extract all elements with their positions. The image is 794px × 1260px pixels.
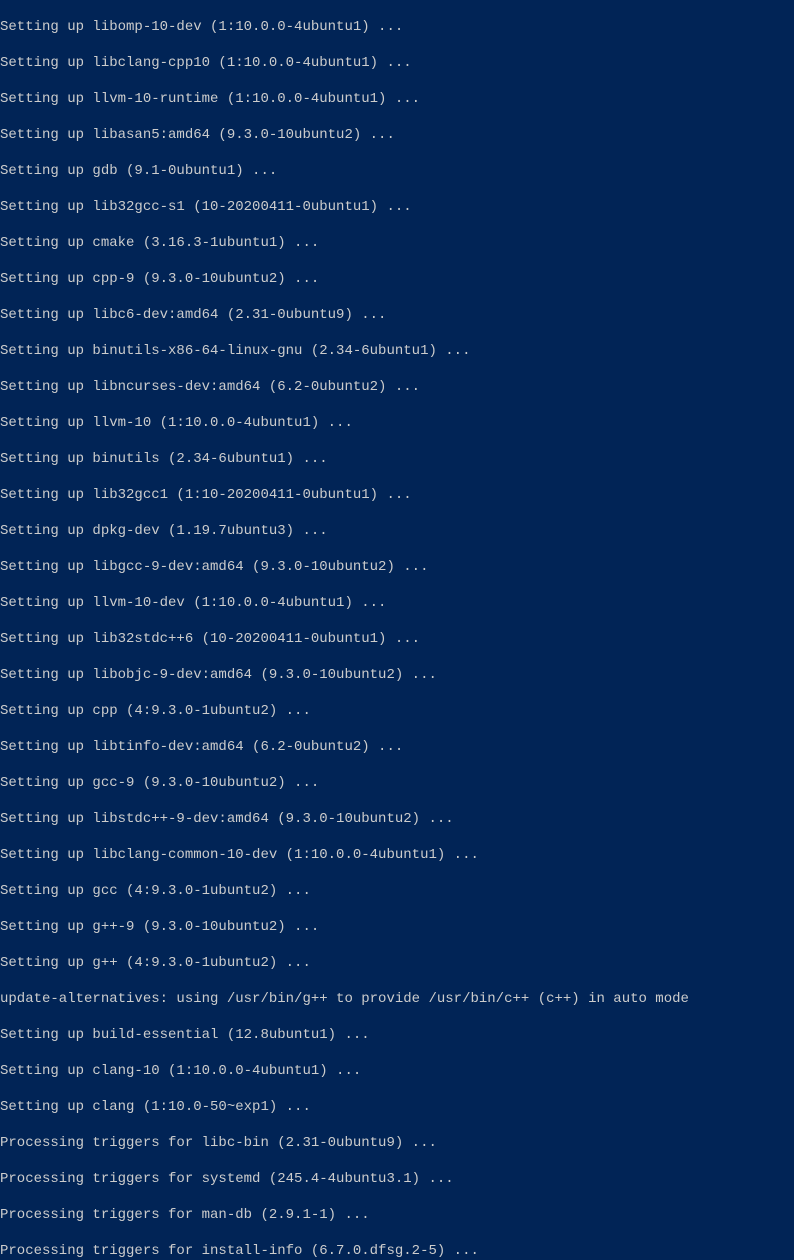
terminal-line: Setting up g++ (4:9.3.0-1ubuntu2) ... — [0, 954, 794, 972]
terminal-output: Setting up libomp-10-dev (1:10.0.0-4ubun… — [0, 0, 794, 1260]
terminal-line: Setting up gdb (9.1-0ubuntu1) ... — [0, 162, 794, 180]
terminal-line: Setting up llvm-10-dev (1:10.0.0-4ubuntu… — [0, 594, 794, 612]
terminal-line: Setting up libclang-common-10-dev (1:10.… — [0, 846, 794, 864]
terminal-line: Setting up lib32gcc-s1 (10-20200411-0ubu… — [0, 198, 794, 216]
terminal-line: Setting up libc6-dev:amd64 (2.31-0ubuntu… — [0, 306, 794, 324]
terminal-line: Setting up libasan5:amd64 (9.3.0-10ubunt… — [0, 126, 794, 144]
terminal-line: Setting up g++-9 (9.3.0-10ubuntu2) ... — [0, 918, 794, 936]
terminal-line: Setting up cpp (4:9.3.0-1ubuntu2) ... — [0, 702, 794, 720]
terminal-line: Setting up llvm-10-runtime (1:10.0.0-4ub… — [0, 90, 794, 108]
terminal-line: Setting up clang (1:10.0-50~exp1) ... — [0, 1098, 794, 1116]
terminal-line: Setting up binutils (2.34-6ubuntu1) ... — [0, 450, 794, 468]
terminal-line: Setting up libclang-cpp10 (1:10.0.0-4ubu… — [0, 54, 794, 72]
terminal-line: Setting up llvm-10 (1:10.0.0-4ubuntu1) .… — [0, 414, 794, 432]
terminal-line: Processing triggers for libc-bin (2.31-0… — [0, 1134, 794, 1152]
terminal-line: Setting up libomp-10-dev (1:10.0.0-4ubun… — [0, 18, 794, 36]
terminal-line: Setting up libgcc-9-dev:amd64 (9.3.0-10u… — [0, 558, 794, 576]
terminal-line: Setting up libncurses-dev:amd64 (6.2-0ub… — [0, 378, 794, 396]
terminal-line: Setting up lib32gcc1 (1:10-20200411-0ubu… — [0, 486, 794, 504]
terminal-line: Setting up libstdc++-9-dev:amd64 (9.3.0-… — [0, 810, 794, 828]
terminal-line: Setting up libtinfo-dev:amd64 (6.2-0ubun… — [0, 738, 794, 756]
terminal-line: Setting up gcc-9 (9.3.0-10ubuntu2) ... — [0, 774, 794, 792]
terminal-line: update-alternatives: using /usr/bin/g++ … — [0, 990, 794, 1008]
terminal-line: Setting up binutils-x86-64-linux-gnu (2.… — [0, 342, 794, 360]
terminal-line: Processing triggers for man-db (2.9.1-1)… — [0, 1206, 794, 1224]
terminal-line: Setting up lib32stdc++6 (10-20200411-0ub… — [0, 630, 794, 648]
terminal-line: Setting up gcc (4:9.3.0-1ubuntu2) ... — [0, 882, 794, 900]
terminal-line: Setting up dpkg-dev (1.19.7ubuntu3) ... — [0, 522, 794, 540]
terminal-line: Processing triggers for install-info (6.… — [0, 1242, 794, 1260]
terminal-line: Setting up cmake (3.16.3-1ubuntu1) ... — [0, 234, 794, 252]
terminal-line: Setting up clang-10 (1:10.0.0-4ubuntu1) … — [0, 1062, 794, 1080]
terminal-line: Setting up build-essential (12.8ubuntu1)… — [0, 1026, 794, 1044]
terminal-line: Processing triggers for systemd (245.4-4… — [0, 1170, 794, 1188]
terminal-line: Setting up cpp-9 (9.3.0-10ubuntu2) ... — [0, 270, 794, 288]
terminal-line: Setting up libobjc-9-dev:amd64 (9.3.0-10… — [0, 666, 794, 684]
